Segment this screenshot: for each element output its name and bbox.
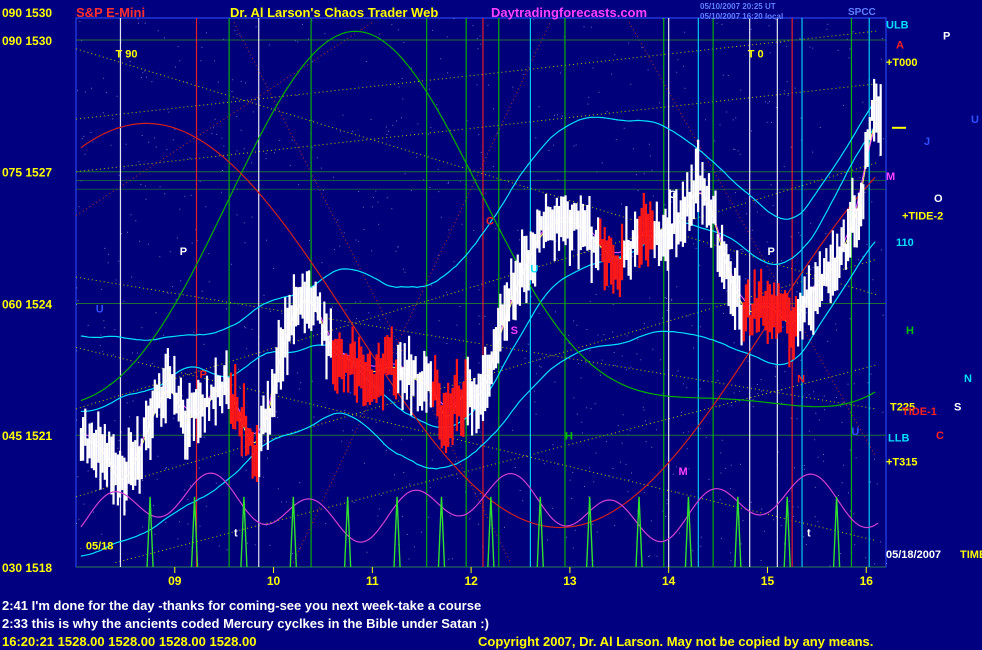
time-axis-label: 14	[662, 574, 676, 588]
cycle-label: U	[530, 264, 538, 276]
copyright-text: Copyright 2007, Dr. Al Larson. May not b…	[478, 634, 873, 649]
cycle-label: t	[807, 527, 811, 539]
cycle-label: t	[234, 527, 238, 539]
time-axis-label: 10	[267, 574, 281, 588]
right-label: U	[971, 114, 979, 126]
time-axis-label: 11	[366, 574, 379, 588]
price-axis-label: 075 1527	[2, 166, 52, 180]
timestamp-local: 05/10/2007 16:20 local	[700, 12, 783, 21]
cycle-label: P	[767, 246, 774, 258]
chart-window: 090 1530 075 1527 060 1524 045 1521 030 1518…	[0, 0, 982, 650]
symbol-label: S&P E-Mini	[76, 5, 145, 20]
cycle-label: S	[511, 325, 518, 337]
cycle-label: T 90	[116, 49, 138, 61]
timestamp-ut: 05/10/2007 20:25 UT	[700, 2, 776, 11]
annotation-text: 2:41 I'm done for the day -thanks for co…	[2, 598, 481, 613]
cycle-label: N	[797, 374, 805, 386]
price-axis-label: 030 1518	[2, 561, 52, 575]
right-label: A	[896, 39, 904, 51]
right-label: LLB	[888, 432, 909, 444]
time-axis-label: 15	[761, 574, 775, 588]
price-axis-label: 060 1524	[2, 297, 52, 311]
site-label: Daytradingforecasts.com	[491, 5, 647, 20]
right-label: 110	[896, 237, 914, 249]
right-label: M	[886, 171, 895, 183]
cycle-label: P	[180, 246, 187, 258]
last-quote: 16:20:21 1528.00 1528.00 1528.00 1528.00	[2, 634, 256, 649]
cycle-label: 05/18	[86, 540, 114, 552]
right-label: +T000	[886, 57, 918, 69]
time-axis-label: 13	[563, 574, 577, 588]
right-label: +TIDE-2	[902, 211, 943, 223]
right-label: ULB	[886, 20, 909, 32]
cycle-label: U	[96, 303, 104, 315]
cycle-label: O	[669, 189, 678, 201]
cycle-label: U	[851, 426, 859, 438]
cycle-label: T 0	[748, 49, 764, 61]
right-label: 05/18/2007	[886, 549, 941, 561]
right-label: P	[943, 31, 950, 43]
price-axis-label: 090 1530	[2, 34, 52, 48]
right-label: +T315	[886, 457, 918, 469]
right-label: N	[964, 373, 972, 385]
right-label: S	[954, 402, 961, 414]
annotation-text: 2:33 this is why the ancients coded Merc…	[2, 616, 489, 631]
right-label: H	[906, 325, 914, 337]
cycle-label: P	[199, 369, 206, 381]
time-axis-label: 16	[860, 574, 874, 588]
time-axis-label: 09	[168, 574, 182, 588]
corner-label: SPCC	[848, 7, 876, 18]
cycle-label: H	[565, 431, 573, 443]
right-label: O	[934, 193, 943, 205]
chart-title: Dr. Al Larson's Chaos Trader Web	[230, 5, 438, 20]
time-axis-label: 12	[464, 574, 478, 588]
price-axis-label: 045 1521	[2, 429, 52, 443]
cycle-label: M	[679, 466, 688, 478]
price-chart: 090 1530 075 1527 060 1524 045 1521 030 1518…	[0, 0, 982, 650]
right-label: J	[924, 136, 930, 148]
right-label: TIME	[960, 549, 982, 561]
right-label: C	[936, 430, 944, 442]
right-label: TIDE-1	[902, 406, 937, 418]
cycle-label: C	[486, 215, 494, 227]
top-price-label: 090 1530	[2, 6, 52, 20]
